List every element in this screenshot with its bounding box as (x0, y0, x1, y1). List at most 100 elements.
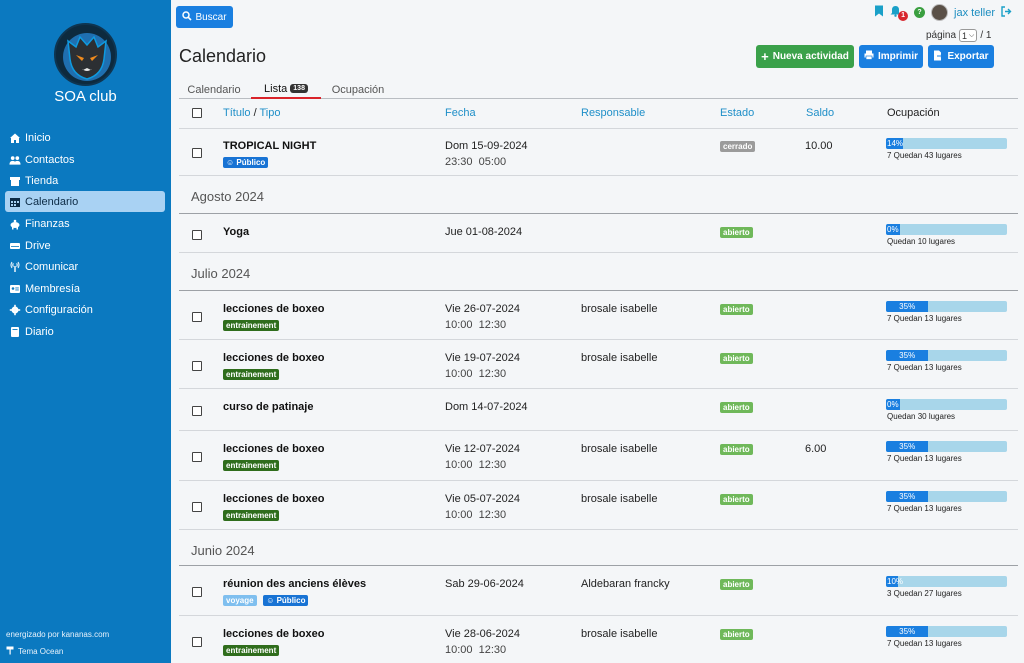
file-export-icon (933, 50, 944, 64)
event-title[interactable]: lecciones de boxeo (223, 443, 324, 455)
page-select[interactable]: 1 ⌵ (959, 29, 978, 42)
column-header-date[interactable]: Fecha (445, 107, 476, 119)
row-checkbox[interactable] (192, 229, 202, 240)
theme-selector[interactable]: Tema Ocean (6, 646, 63, 657)
sidebar-item-diario[interactable]: Diario (5, 321, 165, 342)
event-title[interactable]: lecciones de boxeo (223, 493, 324, 505)
column-header-responsible[interactable]: Responsable (581, 107, 645, 119)
bookmark-icon[interactable] (874, 5, 884, 20)
event-date: Vie 26-07-2024 (445, 303, 521, 315)
occupancy-percent: 35% (899, 627, 916, 636)
row-checkbox[interactable] (192, 406, 202, 416)
event-responsible: Aldebaran francky (581, 578, 670, 590)
event-title[interactable]: Yoga (223, 226, 249, 238)
search-button[interactable]: Buscar (176, 6, 233, 28)
logout-icon[interactable] (1001, 5, 1012, 20)
column-header-state[interactable]: Estado (720, 107, 754, 119)
column-header-occupancy: Ocupación (887, 107, 940, 119)
new-activity-button[interactable]: + Nueva actividad (756, 45, 854, 68)
piggy-bank-icon (9, 218, 21, 230)
export-button[interactable]: Exportar (928, 45, 994, 68)
tab-ocupacion[interactable]: Ocupación (327, 80, 389, 99)
row-divider (179, 388, 1018, 389)
club-logo[interactable] (54, 23, 117, 86)
sidebar-item-finanzas[interactable]: Finanzas (5, 213, 165, 234)
event-date: Jue 01-08-2024 (445, 226, 523, 238)
powered-by[interactable]: energizado por kananas.com (6, 630, 109, 639)
row-checkbox[interactable] (192, 311, 202, 322)
month-heading: Junio 2024 (191, 543, 255, 558)
tab-calendario[interactable]: Calendario (183, 80, 245, 99)
avatar[interactable] (931, 4, 949, 21)
row-checkbox[interactable] (192, 501, 202, 512)
public-badge: ☺ Público (263, 595, 309, 606)
new-activity-label: Nueva actividad (772, 51, 849, 62)
occupancy-percent: 0% (887, 225, 899, 234)
notification-count-badge: 1 (898, 10, 909, 21)
row-checkbox[interactable] (192, 587, 202, 597)
event-time: 10:00 12:30 (445, 644, 507, 656)
row-divider (179, 339, 1018, 340)
gear-icon (9, 304, 21, 316)
club-name: SOA club (54, 88, 117, 105)
search-label: Buscar (195, 11, 227, 23)
sidebar-item-label: Drive (25, 239, 51, 252)
occupancy-bar: 14% (886, 138, 1007, 149)
row-checkbox[interactable] (192, 360, 202, 371)
event-title[interactable]: curso de patinaje (223, 401, 313, 413)
event-responsible: brosale isabelle (581, 303, 658, 315)
row-checkbox[interactable] (192, 148, 202, 158)
sidebar-item-drive[interactable]: Drive (5, 235, 165, 256)
select-all-checkbox[interactable] (192, 108, 202, 118)
sidebar-item-configuracion[interactable]: Configuración (5, 299, 165, 320)
user-name[interactable]: jax teller (954, 7, 995, 19)
event-title[interactable]: réunion des anciens élèves (223, 578, 366, 590)
occupancy-percent: 10% (887, 577, 904, 586)
event-title[interactable]: lecciones de boxeo (223, 352, 324, 364)
theme-label: Tema Ocean (18, 647, 64, 656)
status-badge: abierto (720, 227, 753, 238)
event-title[interactable]: lecciones de boxeo (223, 303, 324, 315)
row-checkbox[interactable] (192, 452, 202, 462)
public-badge: ☺ Público (223, 157, 269, 168)
broadcast-icon (9, 261, 21, 273)
sidebar-item-inicio[interactable]: Inicio (5, 127, 165, 148)
export-label: Exportar (947, 51, 989, 62)
tab-lista[interactable]: Lista 138 (251, 80, 321, 99)
occupancy-bar: 35% (886, 491, 1007, 502)
occupancy-percent: 14% (887, 139, 904, 148)
printer-icon (864, 50, 874, 63)
paint-roller-icon (6, 646, 15, 657)
column-header-saldo[interactable]: Saldo (806, 107, 834, 119)
notifications-button[interactable]: 1 (890, 5, 909, 21)
occupancy-text: 7 Quedan 13 lugares (887, 363, 962, 372)
occupancy-text: 3 Quedan 27 lugares (887, 589, 962, 598)
sidebar-item-tienda[interactable]: Tienda (5, 170, 165, 191)
col-type-label: Tipo (259, 107, 281, 119)
occupancy-bar: 10% (886, 576, 1007, 587)
event-date: Dom 14-07-2024 (445, 401, 528, 413)
event-title[interactable]: TROPICAL NIGHT (223, 140, 316, 152)
help-badge[interactable]: ? (914, 7, 926, 18)
month-heading: Agosto 2024 (191, 189, 265, 204)
event-date: Dom 15-09-2024 (445, 140, 528, 152)
occupancy-percent: 35% (899, 492, 916, 501)
sidebar-item-membresia[interactable]: Membresía (5, 278, 165, 299)
event-title[interactable]: lecciones de boxeo (223, 628, 324, 640)
page-title: Calendario (179, 46, 267, 66)
event-time: 10:00 12:30 (445, 459, 507, 471)
top-right-bar: 1 ? jax teller (874, 4, 1012, 21)
status-badge: abierto (720, 444, 753, 455)
column-header-title[interactable]: Título / Tipo (223, 107, 281, 119)
row-divider (179, 615, 1018, 616)
status-badge: abierto (720, 304, 753, 315)
row-divider (179, 175, 1018, 176)
print-button[interactable]: Imprimir (859, 45, 923, 68)
sidebar-item-calendario[interactable]: Calendario (5, 191, 165, 212)
event-date: Vie 19-07-2024 (445, 352, 521, 364)
sidebar-item-label: Membresía (25, 282, 81, 295)
sidebar-item-label: Contactos (25, 153, 75, 166)
sidebar-item-contactos[interactable]: Contactos (5, 149, 165, 170)
row-checkbox[interactable] (192, 637, 202, 647)
sidebar-item-comunicar[interactable]: Comunicar (5, 256, 165, 277)
